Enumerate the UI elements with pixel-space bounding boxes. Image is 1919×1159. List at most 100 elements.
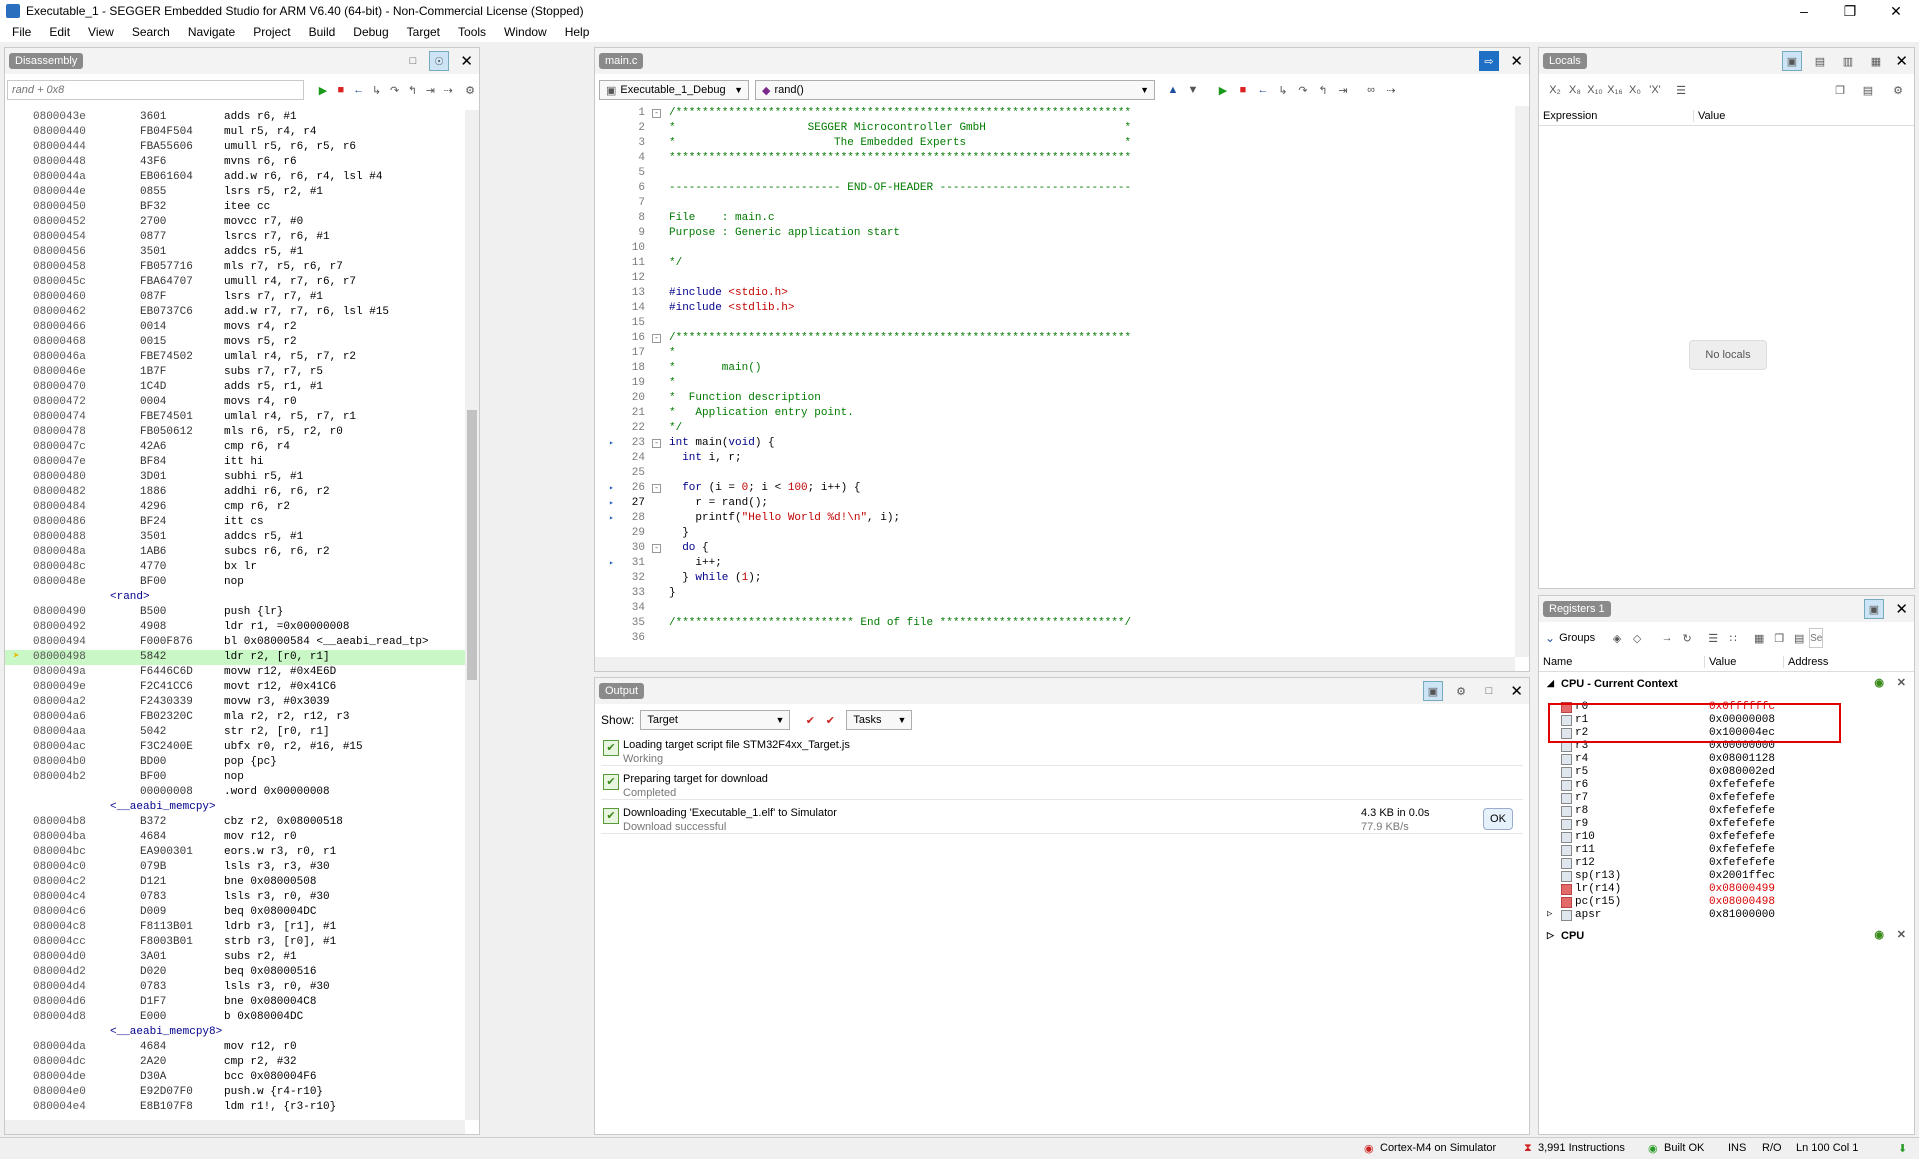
shield-icon[interactable]: ◉	[1874, 676, 1884, 689]
menu-view[interactable]: View	[80, 25, 124, 39]
tab-disassembly[interactable]: Disassembly	[9, 53, 84, 69]
disassembly-line[interactable]: 080004b2 BF00 nop	[5, 770, 465, 785]
disassembly-symbol[interactable]: <__aeabi_memcpy>	[5, 800, 465, 815]
disassembly-line[interactable]: 080004a2 F2430339 movw r3, #0x3039	[5, 695, 465, 710]
register-value[interactable]: 0xfefefefe	[1709, 792, 1775, 804]
disassembly-line[interactable]: 080004b8 B372 cbz r2, 0x08000518	[5, 815, 465, 830]
disassembly-line[interactable]: 08000492 4908 ldr r1, =0x00000008	[5, 620, 465, 635]
disassembly-line[interactable]: 080004d6 D1F7 bne 0x080004C8	[5, 995, 465, 1010]
function-combo[interactable]: ◆ rand() ▼	[755, 80, 1155, 100]
register-value[interactable]: 0xfefefefe	[1709, 818, 1775, 830]
disassembly-line[interactable]: 080004c4 0783 lsls r3, r0, #30	[5, 890, 465, 905]
tab-locals[interactable]: Locals	[1543, 53, 1587, 69]
value-header[interactable]: Value	[1704, 655, 1736, 668]
close-icon[interactable]: ✕	[1510, 52, 1523, 70]
register-row[interactable]: ▷ apsr 0x81000000	[1539, 908, 1914, 924]
menu-search[interactable]: Search	[124, 25, 180, 39]
register-search-input[interactable]	[1809, 628, 1824, 648]
close-window-icon[interactable]: ✕	[1873, 0, 1919, 22]
disassembly-line[interactable]: 08000450 BF32 itee cc	[5, 200, 465, 215]
back-icon[interactable]: ←	[1253, 80, 1273, 100]
signed-icon[interactable]: X₀	[1625, 80, 1645, 100]
glasses-icon[interactable]: ∞	[1361, 80, 1381, 100]
disassembly-line[interactable]: 0800044e 0855 lsrs r5, r2, #1	[5, 185, 465, 200]
disassembly-line[interactable]: 080004da 4684 mov r12, r0	[5, 1040, 465, 1055]
window-icon[interactable]: □	[403, 51, 423, 71]
target-icon[interactable]: ▣	[1423, 681, 1443, 701]
copy-icon[interactable]: ❐	[1830, 80, 1850, 100]
disassembly-line[interactable]: 08000462 EB0737C6 add.w r7, r7, r6, lsl #1…	[5, 305, 465, 320]
register-value[interactable]: 0xfefefefe	[1709, 831, 1775, 843]
expand-icon[interactable]: ▷	[1547, 930, 1554, 941]
copy-icon[interactable]: ❐	[1769, 628, 1789, 648]
disassembly-line[interactable]: 080004aa 5042 str r2, [r0, r1]	[5, 725, 465, 740]
clear-icon[interactable]: ◇	[1627, 628, 1647, 648]
disassembly-line[interactable]: 0800045c FBA64707 umull r4, r7, r6, r7	[5, 275, 465, 290]
editor-scrollbar[interactable]	[1515, 106, 1529, 657]
close-icon[interactable]: ✕	[1510, 682, 1523, 700]
disassembly-line[interactable]: 0800044a EB061604 add.w r6, r6, r4, lsl #4	[5, 170, 465, 185]
disassembly-line[interactable]: 08000456 3501 addcs r5, #1	[5, 245, 465, 260]
close-icon[interactable]: ✕	[1895, 52, 1908, 70]
disassembly-line[interactable]: 080004d8 E000 b 0x080004DC	[5, 1010, 465, 1025]
disassembly-line[interactable]: 00000008 .word 0x00000008	[5, 785, 465, 800]
octal-icon[interactable]: X₈	[1565, 80, 1585, 100]
disassembly-line[interactable]: 080004d0 3A01 subs r2, #1	[5, 950, 465, 965]
filter-error-icon[interactable]: ✔	[800, 710, 820, 730]
show-combo[interactable]: Target ▼	[640, 710, 791, 730]
tab-output[interactable]: Output	[599, 683, 645, 699]
menu-window[interactable]: Window	[496, 25, 557, 39]
disassembly-line[interactable]: 08000440 FB04F504 mul r5, r4, r4	[5, 125, 465, 140]
disassembly-line[interactable]: 08000460 087F lsrs r7, r7, #1	[5, 290, 465, 305]
disassembly-line[interactable]: 08000480 3D01 subhi r5, #1	[5, 470, 465, 485]
disassembly-line[interactable]: 080004ba 4684 mov r12, r0	[5, 830, 465, 845]
horizontal-scrollbar[interactable]	[5, 1120, 465, 1134]
disassembly-line[interactable]: 080004c8 F8113B01 ldrb r3, [r1], #1	[5, 920, 465, 935]
groups-icon[interactable]: ⌄	[1545, 631, 1555, 645]
columns-icon[interactable]: ☰	[1703, 628, 1723, 648]
stop-icon[interactable]: ■	[1233, 80, 1253, 100]
close-icon[interactable]: ✕	[460, 52, 473, 70]
disassembly-line[interactable]: 0800043e 3601 adds r6, #1	[5, 110, 465, 125]
step-into-icon[interactable]: ↳	[368, 80, 386, 100]
menu-edit[interactable]: Edit	[41, 25, 80, 39]
disassembly-line[interactable]: 080004a6 FB02320C mla r2, r2, r12, r3	[5, 710, 465, 725]
code-editor[interactable]: 1-/*************************************…	[595, 106, 1515, 657]
next-icon[interactable]: ▼	[1183, 80, 1203, 100]
hex-icon[interactable]: X₁₆	[1605, 80, 1625, 100]
menu-file[interactable]: File	[4, 25, 41, 39]
goto-icon[interactable]: ⇨	[1479, 51, 1499, 71]
disassembly-line[interactable]: 080004c0 079B lsls r3, r3, #30	[5, 860, 465, 875]
disassembly-line[interactable]: 0800047e BF84 itt hi	[5, 455, 465, 470]
stop-icon[interactable]: ■	[332, 80, 350, 100]
memory-icon[interactable]: ▥	[1838, 51, 1858, 71]
build-status[interactable]: Built OK	[1664, 1142, 1704, 1154]
run-to-cursor-icon[interactable]: ⇥	[421, 80, 439, 100]
disassembly-line[interactable]: 0800048c 4770 bx lr	[5, 560, 465, 575]
columns-icon[interactable]: ☰	[1671, 80, 1691, 100]
ok-button[interactable]: OK	[1483, 808, 1513, 830]
bookmark-icon[interactable]: ⇢	[1381, 80, 1401, 100]
menu-target[interactable]: Target	[399, 25, 450, 39]
settings-icon[interactable]: ⚙	[461, 80, 479, 100]
register-value[interactable]: 0x81000000	[1709, 909, 1775, 921]
register-value[interactable]: 0xfefefefe	[1709, 844, 1775, 856]
expression-header[interactable]: Expression	[1543, 110, 1597, 122]
disassembly-line[interactable]: 080004e4 E8B107F8 ldm r1!, {r3-r10}	[5, 1100, 465, 1115]
disassembly-line[interactable]: 080004bc EA900301 eors.w r3, r0, r1	[5, 845, 465, 860]
step-into-icon[interactable]: ↳	[1273, 80, 1293, 100]
disassembly-listing[interactable]: 0800043e 3601 adds r6, #1 08000440 FB04F504 m…	[5, 110, 465, 1120]
group-cpu[interactable]: ▷ CPU ◉ ✕	[1539, 928, 1914, 946]
tree-icon[interactable]: ∷	[1723, 628, 1743, 648]
disassembly-line[interactable]: 08000466 0014 movs r4, r2	[5, 320, 465, 335]
back-icon[interactable]: ←	[350, 80, 368, 100]
disassembly-line[interactable]: 08000468 0015 movs r5, r2	[5, 335, 465, 350]
run-icon[interactable]: ▶	[314, 80, 332, 100]
expand-icon[interactable]: ◢	[1547, 678, 1554, 689]
tab-main-c[interactable]: main.c	[599, 53, 644, 69]
disassembly-line[interactable]: 08000474 FBE74501 umlal r4, r5, r7, r1	[5, 410, 465, 425]
maximize-icon[interactable]: ❐	[1827, 0, 1873, 22]
disassembly-line[interactable]: 0800049a F6446C6D movw r12, #0x4E6D	[5, 665, 465, 680]
minimize-icon[interactable]: –	[1781, 0, 1827, 22]
disassembly-line[interactable]: 0800046a FBE74502 umlal r4, r5, r7, r2	[5, 350, 465, 365]
